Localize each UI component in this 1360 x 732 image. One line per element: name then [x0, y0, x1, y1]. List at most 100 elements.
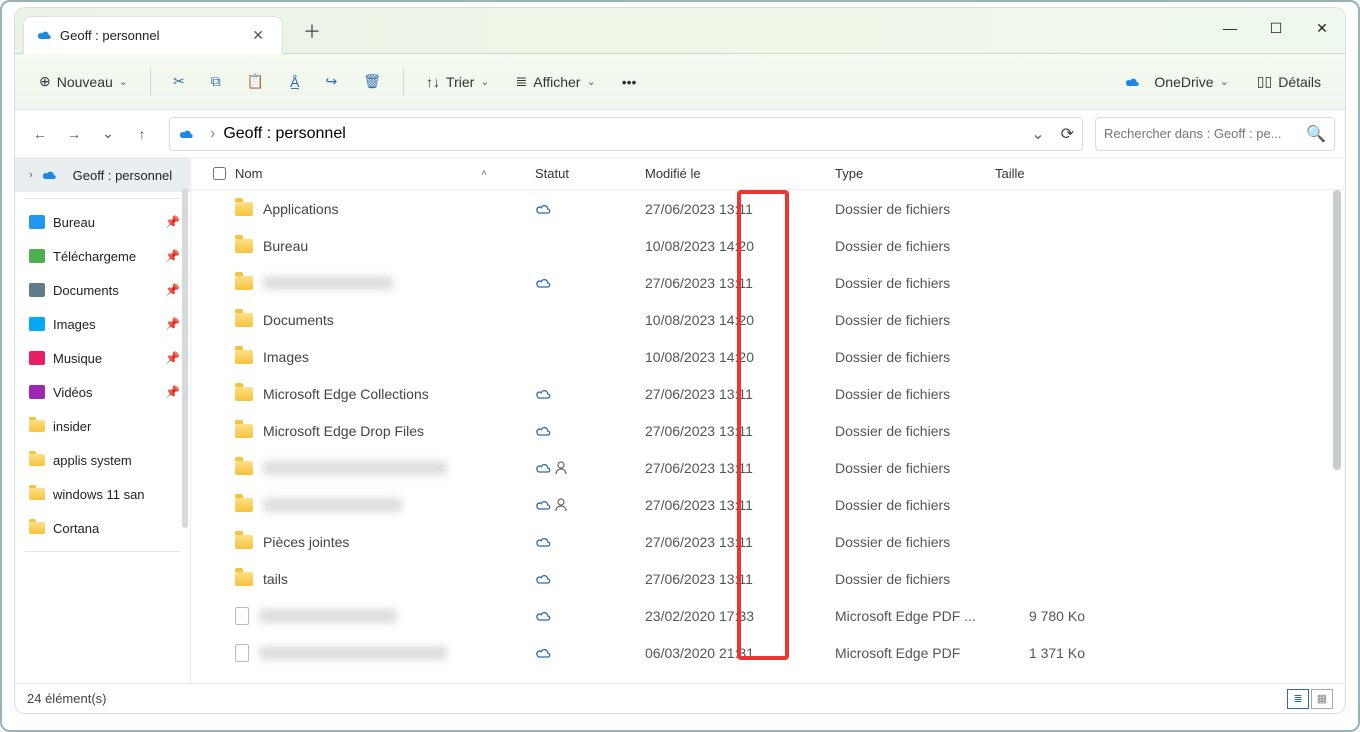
close-button[interactable]: ✕ [1299, 8, 1345, 48]
sidebar-item-0[interactable]: Bureau📌 [15, 205, 190, 239]
titlebar: Geoff : personnel ✕ ＋ — ☐ ✕ [15, 8, 1345, 54]
sidebar-item-label: Bureau [53, 215, 95, 230]
copy-button[interactable]: ⧉ [201, 64, 231, 100]
sidebar-item-label: Documents [53, 283, 119, 298]
navigation-row: ← → ⌄ ↑ › Geoff : personnel ⌄ ⟳ 🔍 [15, 110, 1345, 158]
file-row[interactable]: Images10/08/2023 14:20Dossier de fichier… [191, 338, 1345, 375]
download-icon [29, 249, 45, 263]
sidebar-item-7[interactable]: applis system [15, 443, 190, 477]
details-pane-button[interactable]: ▯▯ Détails [1247, 64, 1331, 100]
modified-cell: 23/02/2020 17:33 [645, 608, 835, 624]
file-row[interactable]: 23/02/2020 17:33Microsoft Edge PDF ...9 … [191, 597, 1345, 634]
new-tab-button[interactable]: ＋ [295, 14, 329, 48]
file-row[interactable]: Applications27/06/2023 13:11Dossier de f… [191, 190, 1345, 227]
view-button[interactable]: ≣ Afficher ⌄ [506, 64, 606, 100]
file-name: tails [263, 571, 288, 587]
type-cell: Dossier de fichiers [835, 201, 995, 217]
onedrive-status-button[interactable]: OneDrive ⌄ [1114, 64, 1238, 100]
sidebar-item-8[interactable]: windows 11 san [15, 477, 190, 511]
select-all-checkbox[interactable] [213, 167, 226, 180]
sidebar-item-3[interactable]: Images📌 [15, 307, 190, 341]
search-input[interactable] [1104, 126, 1306, 141]
sidebar-item-label: insider [53, 419, 91, 434]
cut-button[interactable]: ✂ [163, 64, 195, 100]
redacted-name [259, 646, 447, 660]
column-header-name[interactable]: Nom ˄ [235, 166, 535, 181]
file-row[interactable]: tails27/06/2023 13:11Dossier de fichiers [191, 560, 1345, 597]
shared-person-icon [555, 461, 567, 475]
thumbnails-view-button[interactable]: ▦ [1311, 689, 1333, 709]
sort-button[interactable]: ↑↓ Trier ⌄ [416, 64, 499, 100]
paste-button[interactable]: 📋 [237, 64, 274, 100]
details-view-button[interactable]: ≣ [1287, 689, 1309, 709]
sidebar-item-2[interactable]: Documents 📌 [15, 273, 190, 307]
minimize-button[interactable]: — [1207, 8, 1253, 48]
file-row[interactable]: Microsoft Edge Collections27/06/2023 13:… [191, 375, 1345, 412]
file-icon [235, 607, 249, 625]
back-button[interactable]: ← [25, 119, 55, 149]
column-header-size[interactable]: Taille [995, 166, 1105, 181]
column-header-modified[interactable]: Modifié le [645, 166, 835, 181]
list-icon: ≣ [516, 73, 528, 90]
up-button[interactable]: ↑ [127, 119, 157, 149]
refresh-button[interactable]: ⟳ [1061, 124, 1074, 144]
folder-icon [235, 313, 253, 327]
sidebar-item-9[interactable]: Cortana [15, 511, 190, 545]
rename-button[interactable]: Å̲ [280, 64, 309, 100]
sidebar-item-1[interactable]: Téléchargeme📌 [15, 239, 190, 273]
new-button[interactable]: ⊕ Nouveau ⌄ [29, 64, 138, 100]
search-box[interactable]: 🔍 [1095, 117, 1335, 151]
folder-icon [235, 535, 253, 549]
sidebar-item-label: Geoff : personnel [73, 168, 173, 183]
modified-cell: 10/08/2023 14:20 [645, 349, 835, 365]
file-row[interactable]: Pièces jointes27/06/2023 13:11Dossier de… [191, 523, 1345, 560]
rename-icon: Å̲ [290, 74, 299, 90]
sidebar-item-6[interactable]: insider [15, 409, 190, 443]
scrollbar[interactable] [1333, 190, 1341, 470]
forward-button[interactable]: → [59, 119, 89, 149]
delete-button[interactable]: 🗑 [353, 64, 391, 100]
folder-icon [235, 461, 253, 475]
tab-close-icon[interactable]: ✕ [246, 25, 270, 46]
file-row[interactable]: 06/03/2020 21:31Microsoft Edge PDF1 371 … [191, 634, 1345, 671]
file-row[interactable]: 27/06/2023 13:11Dossier de fichiers [191, 486, 1345, 523]
sidebar-item-onedrive[interactable]: › Geoff : personnel [15, 158, 190, 192]
file-row[interactable]: Bureau10/08/2023 14:20Dossier de fichier… [191, 227, 1345, 264]
file-row[interactable]: 27/06/2023 13:11Dossier de fichiers [191, 449, 1345, 486]
more-button[interactable]: ••• [612, 64, 647, 100]
cloud-status-icon [535, 499, 551, 511]
file-list-pane: Nom ˄ Statut Modifié le Type Taille Appl… [191, 158, 1345, 683]
sidebar-item-4[interactable]: Musique📌 [15, 341, 190, 375]
pin-icon: 📌 [165, 283, 180, 297]
type-cell: Dossier de fichiers [835, 534, 995, 550]
redacted-name [263, 276, 393, 290]
pin-icon: 📌 [165, 351, 180, 365]
image-icon [29, 317, 45, 331]
sidebar-item-label: Téléchargeme [53, 249, 136, 264]
address-bar[interactable]: › Geoff : personnel ⌄ ⟳ [169, 117, 1083, 151]
separator [403, 68, 404, 96]
scrollbar[interactable] [182, 188, 188, 528]
maximize-button[interactable]: ☐ [1253, 8, 1299, 48]
breadcrumb-current[interactable]: Geoff : personnel [223, 125, 345, 143]
file-name: Bureau [263, 238, 308, 254]
file-row[interactable]: Documents10/08/2023 14:20Dossier de fich… [191, 301, 1345, 338]
file-rows: Applications27/06/2023 13:11Dossier de f… [191, 190, 1345, 683]
type-cell: Dossier de fichiers [835, 349, 995, 365]
sidebar-item-5[interactable]: Vidéos📌 [15, 375, 190, 409]
file-row[interactable]: Microsoft Edge Drop Files27/06/2023 13:1… [191, 412, 1345, 449]
column-header-type[interactable]: Type [835, 166, 995, 181]
file-row[interactable]: 27/06/2023 13:11Dossier de fichiers [191, 264, 1345, 301]
recent-locations-button[interactable]: ⌄ [93, 119, 123, 149]
active-tab[interactable]: Geoff : personnel ✕ [23, 16, 283, 54]
chevron-down-icon[interactable]: ⌄ [1031, 124, 1044, 144]
redacted-name [259, 609, 397, 623]
size-cell: 1 371 Ko [995, 645, 1105, 661]
tab-title: Geoff : personnel [60, 28, 246, 43]
cloud-status-icon [535, 573, 551, 585]
cloud-status-icon [535, 277, 551, 289]
type-cell: Microsoft Edge PDF [835, 645, 995, 661]
share-button[interactable]: ↪ [316, 64, 348, 100]
column-header-statut[interactable]: Statut [535, 166, 645, 181]
search-icon: 🔍 [1306, 124, 1326, 144]
